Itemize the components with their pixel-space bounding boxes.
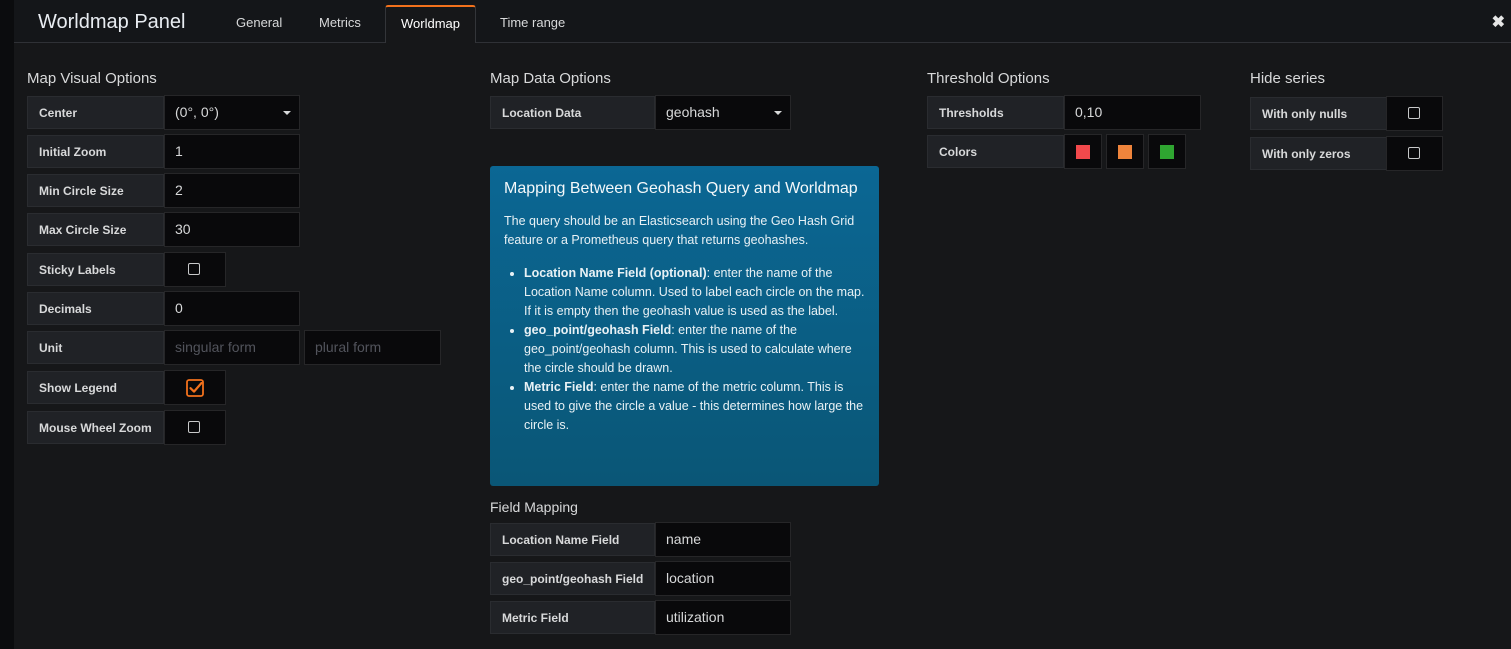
- max-circle-size-label: Max Circle Size: [27, 213, 164, 246]
- info-intro: The query should be an Elasticsearch usi…: [504, 214, 855, 247]
- checkbox-checked-icon[interactable]: [186, 379, 204, 397]
- location-data-value: geohash: [666, 104, 720, 120]
- tab-metrics[interactable]: Metrics: [304, 5, 376, 42]
- sticky-labels-checkbox[interactable]: [188, 263, 200, 275]
- left-gutter: [0, 0, 14, 649]
- color-picker-3[interactable]: [1148, 134, 1186, 169]
- with-only-nulls-checkbox[interactable]: [1408, 107, 1420, 119]
- metric-field-input[interactable]: utilization: [655, 600, 791, 635]
- unit-plural-input[interactable]: plural form: [304, 330, 441, 365]
- geohash-info-box: Mapping Between Geohash Query and Worldm…: [490, 166, 879, 486]
- with-only-zeros-toggle[interactable]: [1386, 136, 1443, 171]
- panel-title: Worldmap Panel: [38, 11, 186, 33]
- decimals-label: Decimals: [27, 292, 164, 325]
- initial-zoom-label: Initial Zoom: [27, 135, 164, 168]
- info-term: geo_point/geohash Field: [524, 323, 672, 337]
- map-data-options-title: Map Data Options: [490, 70, 611, 87]
- tab-general[interactable]: General: [221, 5, 297, 42]
- info-term: Metric Field: [524, 380, 594, 394]
- mouse-wheel-zoom-toggle[interactable]: [164, 410, 226, 445]
- info-title: Mapping Between Geohash Query and Worldm…: [504, 180, 858, 197]
- sticky-labels-toggle[interactable]: [164, 252, 226, 287]
- location-name-field-label: Location Name Field: [490, 523, 655, 556]
- with-only-nulls-toggle[interactable]: [1386, 96, 1443, 131]
- info-list: Location Name Field (optional): enter th…: [504, 264, 865, 435]
- with-only-nulls-label: With only nulls: [1250, 97, 1387, 130]
- center-label: Center: [27, 96, 164, 129]
- tab-time-range[interactable]: Time range: [485, 5, 580, 42]
- hide-series-title: Hide series: [1250, 70, 1326, 87]
- show-legend-label: Show Legend: [27, 371, 164, 404]
- min-circle-size-input[interactable]: 2: [164, 173, 300, 208]
- editor-header: Worldmap Panel General Metrics Worldmap …: [14, 0, 1511, 43]
- chevron-down-icon: [283, 111, 291, 115]
- location-name-field-input[interactable]: name: [655, 522, 791, 557]
- geo-point-field-label: geo_point/geohash Field: [490, 562, 655, 595]
- mouse-wheel-zoom-label: Mouse Wheel Zoom: [27, 411, 164, 444]
- color-swatch-green: [1160, 145, 1174, 159]
- unit-singular-input[interactable]: singular form: [164, 330, 300, 365]
- with-only-zeros-checkbox[interactable]: [1408, 147, 1420, 159]
- geo-point-field-input[interactable]: location: [655, 561, 791, 596]
- show-legend-toggle[interactable]: [164, 370, 226, 405]
- location-data-label: Location Data: [490, 96, 655, 129]
- metric-field-label: Metric Field: [490, 601, 655, 634]
- thresholds-input[interactable]: 0,10: [1064, 95, 1201, 130]
- colors-label: Colors: [927, 135, 1064, 168]
- close-icon[interactable]: ✖: [1492, 12, 1505, 32]
- list-item: Location Name Field (optional): enter th…: [524, 264, 865, 321]
- chevron-down-icon: [774, 111, 782, 115]
- color-swatch-orange: [1118, 145, 1132, 159]
- list-item: Metric Field: enter the name of the metr…: [524, 378, 865, 435]
- with-only-zeros-label: With only zeros: [1250, 137, 1387, 170]
- decimals-input[interactable]: 0: [164, 291, 300, 326]
- initial-zoom-input[interactable]: 1: [164, 134, 300, 169]
- color-picker-2[interactable]: [1106, 134, 1144, 169]
- location-data-select[interactable]: geohash: [655, 95, 791, 130]
- sticky-labels-label: Sticky Labels: [27, 253, 164, 286]
- field-mapping-title: Field Mapping: [490, 499, 578, 515]
- min-circle-size-label: Min Circle Size: [27, 174, 164, 207]
- color-swatch-red: [1076, 145, 1090, 159]
- tab-worldmap[interactable]: Worldmap: [385, 5, 477, 43]
- color-picker-1[interactable]: [1064, 134, 1102, 169]
- unit-label: Unit: [27, 331, 164, 364]
- list-item: geo_point/geohash Field: enter the name …: [524, 321, 865, 378]
- info-term: Location Name Field (optional): [524, 266, 707, 280]
- center-select[interactable]: (0°, 0°): [164, 95, 300, 130]
- center-select-value: (0°, 0°): [175, 104, 219, 120]
- max-circle-size-input[interactable]: 30: [164, 212, 300, 247]
- threshold-options-title: Threshold Options: [927, 70, 1050, 87]
- thresholds-label: Thresholds: [927, 96, 1064, 129]
- map-visual-options-title: Map Visual Options: [27, 70, 157, 87]
- mouse-wheel-zoom-checkbox[interactable]: [188, 421, 200, 433]
